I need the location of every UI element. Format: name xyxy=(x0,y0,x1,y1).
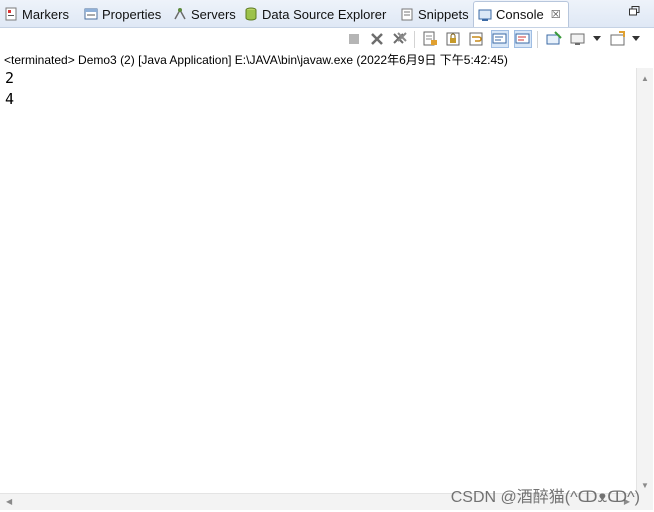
scroll-left-icon[interactable]: ◀ xyxy=(6,497,12,506)
properties-icon xyxy=(84,7,98,21)
console-icon xyxy=(478,8,492,22)
snippets-icon xyxy=(400,7,414,21)
show-console-on-stdout-icon[interactable] xyxy=(491,30,509,48)
toolbar-separator xyxy=(414,31,415,48)
tab-label: Data Source Explorer xyxy=(262,6,387,22)
tab-markers[interactable]: Markers xyxy=(4,3,69,25)
vertical-scrollbar[interactable]: ▲ ▼ xyxy=(636,68,653,493)
data-source-icon xyxy=(244,7,258,21)
view-tab-bar: Markers Properties Servers Data Source E… xyxy=(0,0,654,28)
display-selected-console-icon[interactable] xyxy=(570,31,586,47)
pin-console-icon[interactable] xyxy=(546,31,562,47)
tab-label: Markers xyxy=(22,6,69,22)
terminate-icon[interactable] xyxy=(346,31,362,47)
console-toolbar xyxy=(0,28,654,50)
clear-console-icon[interactable] xyxy=(422,31,438,47)
tab-servers[interactable]: Servers xyxy=(173,3,236,25)
scroll-down-icon[interactable]: ▼ xyxy=(641,481,649,490)
chevron-down-icon[interactable] xyxy=(632,36,640,41)
output-line: 4 xyxy=(5,90,15,108)
tab-label: Console xyxy=(496,7,544,22)
word-wrap-icon[interactable] xyxy=(468,31,484,47)
remove-all-terminated-icon[interactable] xyxy=(392,31,408,47)
markers-icon xyxy=(4,7,18,21)
toolbar-separator xyxy=(537,31,538,48)
tab-properties[interactable]: Properties xyxy=(84,3,161,25)
tab-label: Properties xyxy=(102,6,162,22)
restore-view-icon[interactable] xyxy=(629,6,640,19)
close-icon[interactable]: ☒ xyxy=(551,8,561,21)
remove-launch-icon[interactable] xyxy=(369,31,385,47)
console-output[interactable]: 2 4 xyxy=(0,68,636,492)
tab-console[interactable]: Console ☒ xyxy=(473,1,569,27)
tab-label: Servers xyxy=(191,6,236,22)
open-console-icon[interactable] xyxy=(610,31,626,47)
scroll-up-icon[interactable]: ▲ xyxy=(641,74,649,83)
output-line: 2 xyxy=(5,69,15,87)
chevron-down-icon[interactable] xyxy=(593,36,601,41)
launch-status-text: <terminated> Demo3 (2) [Java Application… xyxy=(4,53,508,67)
tab-data-source-explorer[interactable]: Data Source Explorer xyxy=(244,3,386,25)
servers-icon xyxy=(173,7,187,21)
show-console-on-stderr-icon[interactable] xyxy=(514,30,532,48)
watermark-text: CSDN @酒醉猫(^ↀᴥↀ^) xyxy=(450,489,640,506)
tab-snippets[interactable]: Snippets xyxy=(400,3,469,25)
tab-label: Snippets xyxy=(418,6,469,22)
scroll-lock-icon[interactable] xyxy=(445,31,461,47)
